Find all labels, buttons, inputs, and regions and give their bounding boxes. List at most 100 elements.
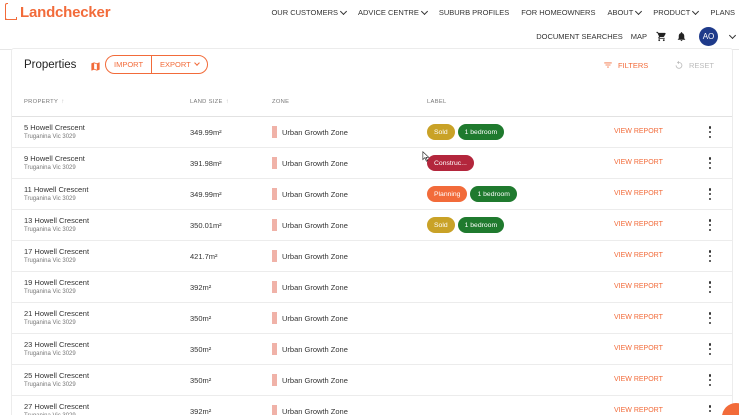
zone-name: Urban Growth Zone bbox=[282, 159, 348, 168]
nav-our-customers[interactable]: OUR CUSTOMERS bbox=[271, 7, 348, 17]
column-header-land-size[interactable]: LAND SIZE ↑ bbox=[190, 99, 229, 105]
property-address[interactable]: 19 Howell Crescent bbox=[24, 278, 89, 287]
property-address[interactable]: 13 Howell Crescent bbox=[24, 216, 89, 225]
more-options-icon[interactable] bbox=[708, 281, 712, 293]
landchecker-logo[interactable]: Landchecker bbox=[4, 3, 111, 21]
map-icon[interactable] bbox=[90, 59, 101, 71]
property-address[interactable]: 11 Howell Crescent bbox=[24, 185, 88, 194]
more-options-icon[interactable] bbox=[708, 157, 712, 169]
nav-product[interactable]: PRODUCT bbox=[653, 7, 700, 17]
table-row[interactable]: 19 Howell Crescent Truganina Vic 3029 39… bbox=[12, 272, 732, 303]
view-report-link[interactable]: VIEW REPORT bbox=[614, 221, 663, 228]
more-options-icon[interactable] bbox=[708, 405, 712, 415]
view-report-link[interactable]: VIEW REPORT bbox=[614, 407, 663, 414]
export-button[interactable]: EXPORT bbox=[151, 56, 207, 73]
view-report-link[interactable]: VIEW REPORT bbox=[614, 345, 663, 352]
secondary-nav: DOCUMENT SEARCHES MAP AO bbox=[528, 27, 737, 46]
more-options-icon[interactable] bbox=[708, 374, 712, 386]
table-header: PROPERTY ↑ LAND SIZE ↑ ZONE LABEL bbox=[12, 95, 732, 117]
property-address[interactable]: 27 Howell Crescent bbox=[24, 402, 89, 411]
table-row[interactable]: 21 Howell Crescent Truganina Vic 3029 35… bbox=[12, 303, 732, 334]
nav-label: OUR CUSTOMERS bbox=[271, 8, 338, 17]
document-searches-link[interactable]: DOCUMENT SEARCHES bbox=[536, 32, 623, 41]
zone-name: Urban Growth Zone bbox=[282, 376, 348, 385]
filters-button[interactable]: FILTERS bbox=[603, 60, 648, 70]
table-row[interactable]: 17 Howell Crescent Truganina Vic 3029 42… bbox=[12, 241, 732, 272]
zone-color-swatch bbox=[272, 312, 277, 324]
reset-icon bbox=[675, 60, 683, 69]
land-size: 350.01m² bbox=[190, 221, 222, 230]
land-size: 391.98m² bbox=[190, 159, 222, 168]
label-chip[interactable]: Planning bbox=[427, 186, 468, 202]
map-link[interactable]: MAP bbox=[631, 32, 647, 41]
view-report-link[interactable]: VIEW REPORT bbox=[614, 159, 663, 166]
table-row[interactable]: 23 Howell Crescent Truganina Vic 3029 35… bbox=[12, 334, 732, 365]
land-size: 349.99m² bbox=[190, 190, 222, 199]
property-suburb: Truganina Vic 3029 bbox=[24, 196, 76, 202]
land-size: 350m² bbox=[190, 376, 212, 385]
nav-label: ADVICE CENTRE bbox=[358, 8, 419, 17]
label-chip[interactable]: Construc... bbox=[427, 155, 474, 171]
more-options-icon[interactable] bbox=[708, 219, 712, 231]
table-row[interactable]: 5 Howell Crescent Truganina Vic 3029 349… bbox=[12, 117, 732, 148]
view-report-link[interactable]: VIEW REPORT bbox=[614, 128, 663, 135]
property-suburb: Truganina Vic 3029 bbox=[24, 289, 76, 295]
nav-label: PLANS bbox=[710, 8, 735, 17]
nav-advice-centre[interactable]: ADVICE CENTRE bbox=[358, 7, 428, 17]
label-chip[interactable]: 1 bedroom bbox=[457, 124, 505, 140]
land-size: 392m² bbox=[190, 283, 212, 292]
nav-plans[interactable]: PLANS bbox=[710, 8, 735, 17]
zone-name: Urban Growth Zone bbox=[282, 190, 348, 199]
logo-mark-icon bbox=[4, 3, 18, 21]
bell-icon[interactable] bbox=[675, 31, 687, 43]
table-row[interactable]: 11 Howell Crescent Truganina Vic 3029 34… bbox=[12, 179, 732, 210]
nav-suburb-profiles[interactable]: SUBURB PROFILES bbox=[439, 8, 509, 17]
zone-name: Urban Growth Zone bbox=[282, 221, 348, 230]
view-report-link[interactable]: VIEW REPORT bbox=[614, 190, 663, 197]
filters-label: FILTERS bbox=[618, 60, 649, 70]
view-report-link[interactable]: VIEW REPORT bbox=[614, 376, 663, 383]
cart-icon[interactable] bbox=[655, 31, 667, 43]
zone-color-swatch bbox=[272, 343, 277, 355]
export-label: EXPORT bbox=[160, 60, 191, 69]
property-address[interactable]: 25 Howell Crescent bbox=[24, 371, 89, 380]
chevron-down-icon[interactable] bbox=[728, 31, 737, 39]
column-header-label: LABEL bbox=[427, 99, 447, 105]
avatar[interactable]: AO bbox=[699, 27, 718, 46]
view-report-link[interactable]: VIEW REPORT bbox=[614, 314, 663, 321]
zone-name: Urban Growth Zone bbox=[282, 283, 348, 292]
table-row[interactable]: 9 Howell Crescent Truganina Vic 3029 391… bbox=[12, 148, 732, 179]
top-navigation-bar: Landchecker OUR CUSTOMERS ADVICE CENTRE … bbox=[0, 0, 739, 50]
more-options-icon[interactable] bbox=[708, 343, 712, 355]
reset-button[interactable]: RESET bbox=[674, 60, 714, 70]
label-chip[interactable]: 1 bedroom bbox=[457, 217, 505, 233]
table-row[interactable]: 27 Howell Crescent Truganina Vic 3029 39… bbox=[12, 396, 732, 415]
property-suburb: Truganina Vic 3029 bbox=[24, 351, 76, 357]
labels-cell: Sold 1 bedroom bbox=[427, 124, 507, 140]
property-address[interactable]: 21 Howell Crescent bbox=[24, 309, 89, 318]
property-address[interactable]: 17 Howell Crescent bbox=[24, 247, 89, 256]
more-options-icon[interactable] bbox=[708, 312, 712, 324]
more-options-icon[interactable] bbox=[708, 126, 712, 138]
property-address[interactable]: 5 Howell Crescent bbox=[24, 123, 85, 132]
chevron-down-icon bbox=[193, 60, 200, 66]
more-options-icon[interactable] bbox=[708, 188, 712, 200]
label-chip[interactable]: Sold bbox=[427, 217, 455, 233]
column-header-property[interactable]: PROPERTY ↑ bbox=[24, 99, 65, 105]
view-report-link[interactable]: VIEW REPORT bbox=[614, 252, 663, 259]
column-label: LABEL bbox=[427, 99, 447, 105]
table-row[interactable]: 25 Howell Crescent Truganina Vic 3029 35… bbox=[12, 365, 732, 396]
table-row[interactable]: 13 Howell Crescent Truganina Vic 3029 35… bbox=[12, 210, 732, 241]
view-report-link[interactable]: VIEW REPORT bbox=[614, 283, 663, 290]
label-chip[interactable]: 1 bedroom bbox=[470, 186, 517, 202]
zone-name: Urban Growth Zone bbox=[282, 252, 348, 261]
label-chip[interactable]: Sold bbox=[427, 124, 455, 140]
zone-name: Urban Growth Zone bbox=[282, 407, 348, 415]
import-button[interactable]: IMPORT bbox=[106, 56, 151, 73]
chevron-down-icon bbox=[692, 7, 700, 15]
property-address[interactable]: 9 Howell Crescent bbox=[24, 154, 85, 163]
nav-for-homeowners[interactable]: FOR HOMEOWNERS bbox=[521, 8, 595, 17]
more-options-icon[interactable] bbox=[708, 250, 712, 262]
property-address[interactable]: 23 Howell Crescent bbox=[24, 340, 89, 349]
nav-about[interactable]: ABOUT bbox=[607, 7, 643, 17]
